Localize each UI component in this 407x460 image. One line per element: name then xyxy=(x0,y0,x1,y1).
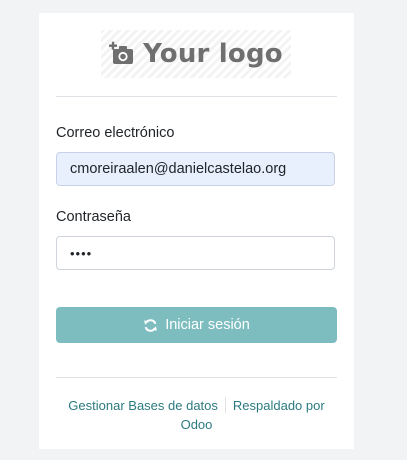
divider xyxy=(56,377,337,378)
refresh-icon xyxy=(143,318,158,333)
odoo-link[interactable]: Odoo xyxy=(181,417,213,432)
logo-text: Your logo xyxy=(143,39,283,69)
password-value: •••• xyxy=(70,245,93,261)
email-field[interactable]: cmoreiraalen@danielcastelao.org xyxy=(56,152,335,186)
footer-separator xyxy=(224,397,226,413)
logo: Your logo xyxy=(101,30,291,78)
email-value: cmoreiraalen@danielcastelao.org xyxy=(70,161,287,177)
divider xyxy=(56,96,337,97)
password-field[interactable]: •••• xyxy=(56,236,335,270)
email-label: Correo electrónico xyxy=(56,125,175,141)
footer: Gestionar Bases de datos Respaldado por O… xyxy=(56,396,337,434)
camera-add-icon xyxy=(109,41,135,67)
login-button-label: Iniciar sesión xyxy=(165,317,250,333)
powered-by-prefix[interactable]: Respaldado por xyxy=(233,398,325,413)
manage-databases-link[interactable]: Gestionar Bases de datos xyxy=(68,398,218,413)
password-label: Contraseña xyxy=(56,209,131,225)
login-card: Your logo Correo electrónico cmoreiraale… xyxy=(39,13,354,449)
login-button[interactable]: Iniciar sesión xyxy=(56,307,337,343)
